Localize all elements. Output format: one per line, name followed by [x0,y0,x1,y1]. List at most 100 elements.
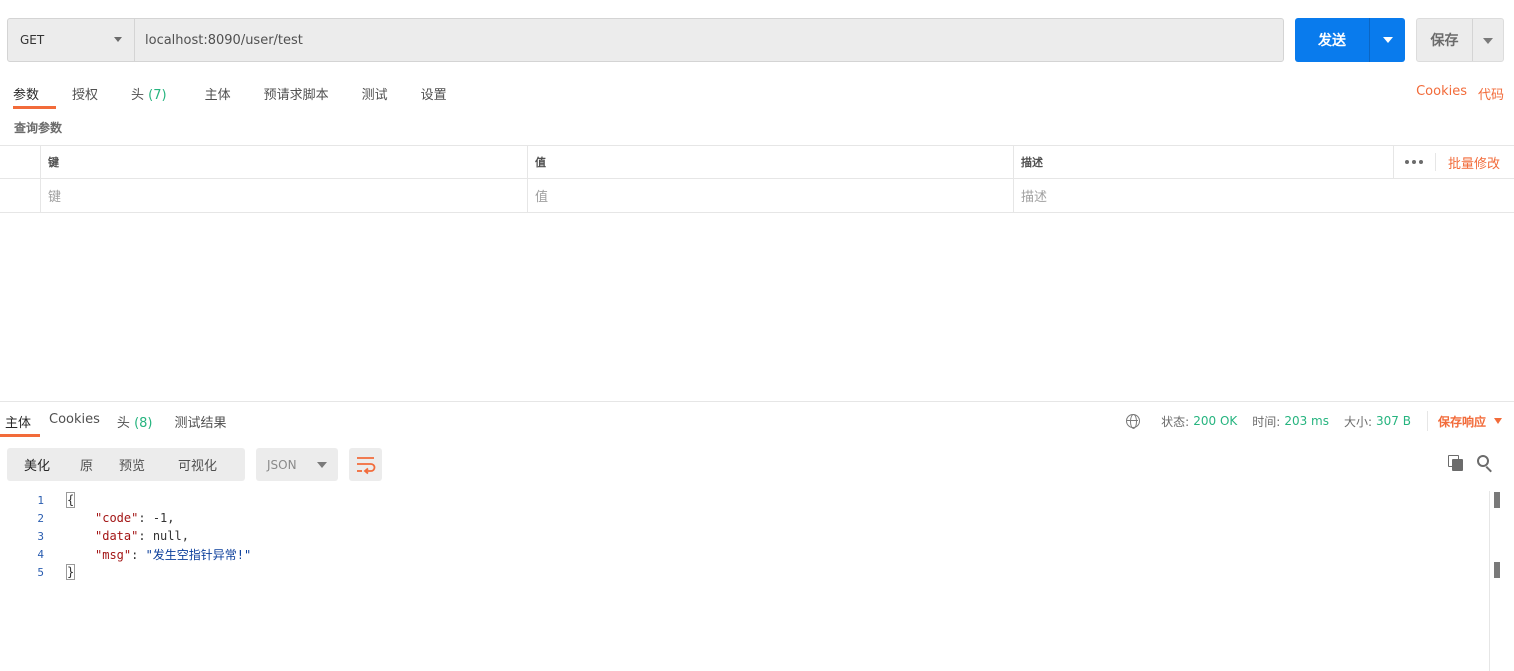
tab-label: 参数 [13,88,40,103]
view-visualize-button[interactable]: 可视化 [178,455,217,474]
view-preview-button[interactable]: 预览 [119,455,145,474]
headers-count: (8) [134,416,153,431]
json-key: "data" [95,529,139,543]
json-value: -1 [152,511,168,525]
more-options-icon[interactable] [1405,160,1423,164]
divider [1426,411,1428,431]
view-pretty-button[interactable]: 美化 [24,455,50,474]
table-header-row: 键 值 描述 批量修改 [0,145,1514,179]
format-label: JSON [267,457,297,472]
param-value-input[interactable]: 值 [527,179,1013,212]
json-value: null [152,529,182,543]
format-select[interactable]: JSON [256,448,338,481]
table-actions: 批量修改 [1393,146,1514,178]
chevron-down-icon [317,462,327,468]
send-button-label: 发送 [1295,18,1370,62]
response-body-editor[interactable]: 1 { 2 "code": -1, 3 "data": null, 4 "msg… [0,491,1490,581]
tab-params[interactable]: 参数 [13,78,56,109]
wrap-lines-button[interactable] [349,448,382,481]
bulk-edit-link[interactable]: 批量修改 [1448,153,1500,172]
save-button[interactable]: 保存 [1416,18,1504,62]
tab-label: 测试结果 [174,416,227,431]
tab-response-headers[interactable]: 头 (8) [117,405,153,437]
code-link[interactable]: 代码 [1478,84,1504,103]
tab-label: 主体 [204,88,231,103]
json-key: "msg" [95,547,132,562]
tab-settings[interactable]: 设置 [421,78,447,109]
param-description-input[interactable]: 描述 [1013,179,1514,212]
column-header-key: 键 [40,146,527,178]
tab-label: 预请求脚本 [263,88,329,103]
param-key-input[interactable]: 键 [40,179,527,212]
globe-icon[interactable] [1126,414,1141,429]
scrollbar-marker[interactable] [1494,562,1500,578]
tab-test-results[interactable]: 测试结果 [174,405,226,437]
view-raw-button[interactable]: 原 [80,455,93,474]
request-bar: GET localhost:8090/user/test [7,18,1284,62]
json-value: "发生空指针异常!" [145,547,252,562]
tab-headers[interactable]: 头 (7) [131,78,167,109]
code-text: } [66,564,76,580]
json-key: "code" [95,511,139,525]
status-label: 状态: [1161,414,1190,429]
wrap-icon [357,457,376,475]
chevron-down-icon [114,37,122,42]
size-label: 大小: [1343,414,1373,429]
time-label: 时间: [1252,414,1281,429]
method-label: GET [20,33,45,47]
response-divider [0,401,1514,402]
line-number: 5 [37,565,44,579]
send-button[interactable]: 发送 [1295,18,1405,62]
save-response-button[interactable]: 保存响应 [1438,413,1502,430]
column-header-description: 描述 [1013,146,1393,178]
tab-pre-request-script[interactable]: 预请求脚本 [264,78,329,109]
code-text: { [66,492,76,508]
tab-label: 主体 [5,416,32,431]
request-links: Cookies 代码 [1416,84,1504,103]
line-number: 2 [37,511,44,525]
line-number: 4 [37,547,44,561]
chevron-down-icon [1383,37,1393,43]
save-options-dropdown[interactable] [1473,19,1503,61]
tab-response-cookies[interactable]: Cookies [49,405,100,437]
table-row: 键 值 描述 [0,179,1514,213]
tab-label: 头 [131,88,145,103]
tab-label: 设置 [420,88,447,103]
column-header-value: 值 [527,146,1013,178]
code-line: 2 "code": -1, [0,509,1490,527]
view-mode-group: 美化 原 预览 可视化 [7,448,245,481]
code-line: 1 { [0,491,1490,509]
query-params-label: 查询参数 [14,121,63,135]
tab-tests[interactable]: 测试 [362,78,388,109]
tab-label: 头 [116,416,130,431]
time-value[interactable]: 203 ms [1284,414,1329,428]
response-status-bar: 状态: 200 OK 时间: 203 ms 大小: 307 B 保存响应 [1126,411,1502,431]
search-icon[interactable] [1477,455,1494,473]
method-select[interactable]: GET [8,19,135,61]
tab-body[interactable]: 主体 [205,78,231,109]
line-number: 3 [37,529,44,543]
request-tabs: 参数 授权 头 (7) 主体 预请求脚本 测试 设置 [0,78,447,110]
save-button-label: 保存 [1417,19,1473,61]
chevron-down-icon [1483,38,1493,44]
headers-count: (7) [148,88,167,103]
size-value[interactable]: 307 B [1376,414,1411,428]
copy-icon[interactable] [1448,455,1465,472]
tab-auth[interactable]: 授权 [72,78,98,109]
editor-border [1489,491,1490,671]
chevron-down-icon [1494,418,1502,424]
url-input[interactable]: localhost:8090/user/test [135,19,1283,61]
tab-label: 授权 [72,88,99,103]
send-options-dropdown[interactable] [1370,18,1405,62]
status-value[interactable]: 200 OK [1193,414,1237,428]
line-number: 1 [37,493,44,507]
tab-response-body[interactable]: 主体 [0,405,40,437]
scrollbar-marker[interactable] [1494,492,1500,508]
tab-label: Cookies [49,412,100,427]
cookies-link[interactable]: Cookies [1416,84,1467,103]
divider [1435,153,1436,171]
code-line: 5 } [0,563,1490,581]
save-response-label: 保存响应 [1437,414,1486,429]
code-line: 3 "data": null, [0,527,1490,545]
code-line: 4 "msg": "发生空指针异常!" [0,545,1490,563]
